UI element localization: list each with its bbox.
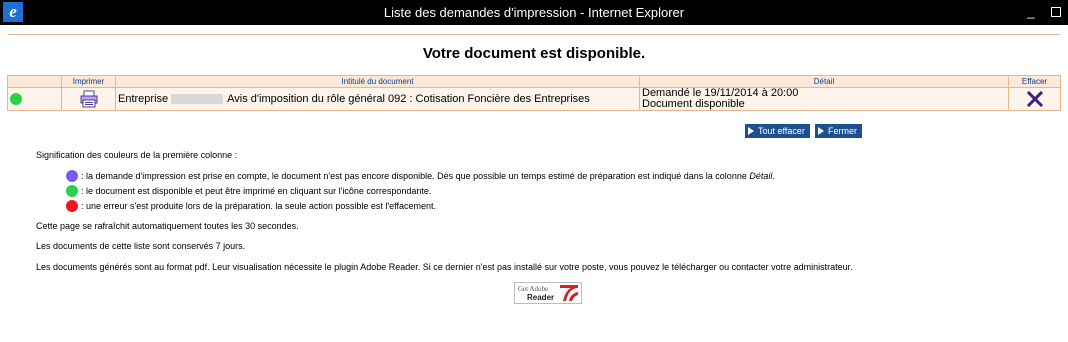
header-delete: Effacer [1008, 75, 1061, 88]
window-titlebar: e Liste des demandes d'impression - Inte… [0, 0, 1068, 25]
document-title-cell: Entreprise Avis d'imposition du rôle géné… [115, 87, 640, 111]
table-header-row: Imprimer Intitulé du document Détail Eff… [7, 75, 1061, 88]
pdf-info: Les documents générés sont au format pdf… [36, 262, 853, 272]
document-prefix: Entreprise [118, 93, 169, 105]
document-title: Avis d'imposition du rôle général 092 : … [227, 93, 590, 105]
delete-cell [1008, 87, 1061, 111]
document-status: Document disponible [642, 98, 745, 110]
status-green-icon [66, 185, 78, 197]
refresh-info: Cette page se rafraîchit automatiquement… [36, 221, 299, 231]
window-title: Liste des demandes d'impression - Intern… [383, 5, 685, 20]
header-print: Imprimer [61, 75, 116, 88]
print-requests-table: Imprimer Intitulé du document Détail Eff… [7, 75, 1061, 111]
arrow-right-icon [748, 127, 754, 135]
printer-icon[interactable] [80, 90, 98, 108]
legend-red-text: : une erreur s'est produite lors de la p… [81, 201, 436, 211]
maximize-button[interactable] [1047, 3, 1065, 21]
status-purple-icon [66, 170, 78, 182]
detail-cell: Demandé le 19/11/2014 à 20:00 Document d… [639, 87, 1009, 111]
get-adobe-text: Get Adobe [518, 285, 549, 293]
print-cell [61, 87, 116, 111]
status-red-icon [66, 200, 78, 212]
minimize-button[interactable]: _ [1022, 3, 1040, 21]
legend-intro: Signification des couleurs de la premièr… [36, 150, 238, 160]
retention-info: Les documents de cette liste sont conser… [36, 241, 246, 251]
header-status [7, 75, 62, 88]
adobe-logo-icon [557, 283, 581, 303]
clear-all-label: Tout effacer [758, 126, 805, 136]
status-cell [7, 87, 62, 111]
table-row: Entreprise Avis d'imposition du rôle géné… [7, 87, 1061, 111]
redacted-company-name [171, 94, 224, 105]
delete-x-icon[interactable] [1026, 90, 1043, 108]
maximize-icon [1051, 7, 1061, 17]
header-document-title: Intitulé du document [115, 75, 640, 88]
header-detail: Détail [639, 75, 1009, 88]
arrow-right-icon [818, 127, 824, 135]
header-divider [8, 34, 1060, 35]
get-adobe-reader-link[interactable]: Get Adobe Reader [514, 282, 582, 304]
close-label: Fermer [828, 126, 857, 136]
reader-text: Reader [527, 293, 555, 302]
legend-purple-text: : la demande d'impression est prise en c… [81, 171, 775, 181]
close-button[interactable]: Fermer [815, 124, 862, 138]
legend-green-text: : le document est disponible et peut êtr… [81, 186, 432, 196]
status-green-icon [10, 93, 22, 106]
page-title: Votre document est disponible. [422, 45, 646, 62]
clear-all-button[interactable]: Tout effacer [745, 124, 810, 138]
